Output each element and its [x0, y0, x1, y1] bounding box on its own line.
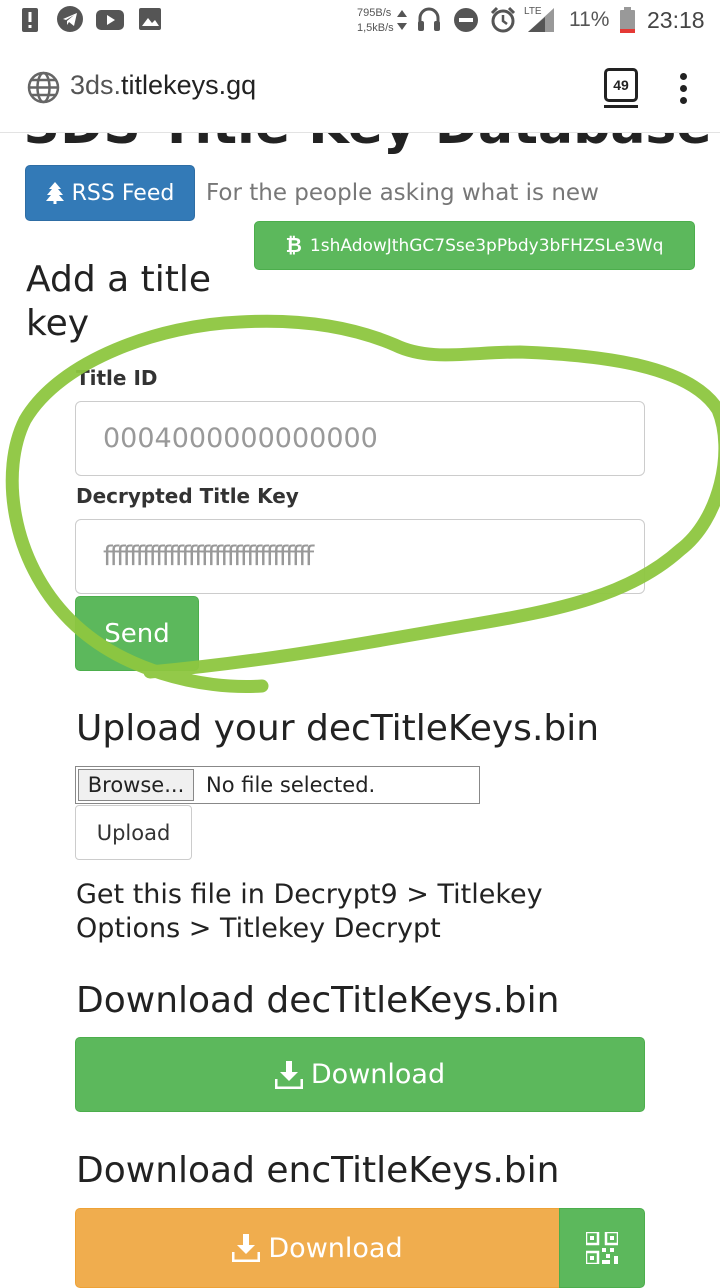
annotation-circle	[5, 314, 720, 693]
